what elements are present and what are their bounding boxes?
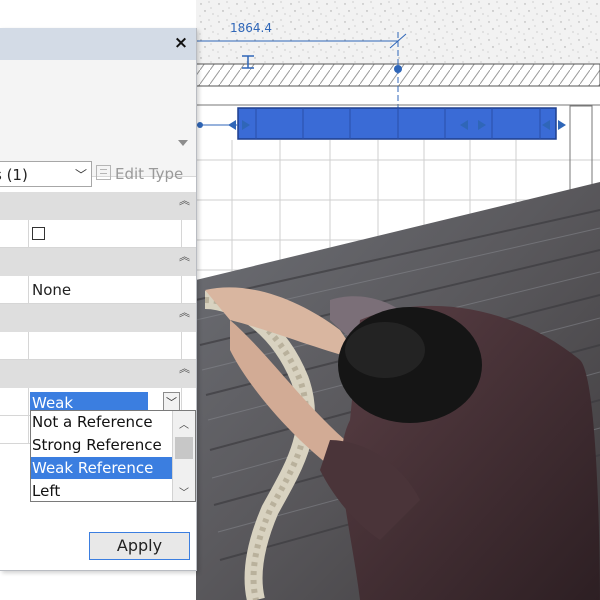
collapse-icon[interactable]: ︽ (179, 195, 190, 206)
collapse-icon[interactable]: ︽ (179, 307, 190, 318)
edit-type-label: Edit Type (115, 165, 184, 183)
properties-grid: ︽ ︽ None ︽ ︽ Weak Reference ﹀ (0, 192, 196, 444)
apply-button[interactable]: Apply (89, 532, 190, 560)
properties-panel: × s (1) ﹀ Edit Type ︽ ︽ None ︽ (0, 28, 197, 571)
list-scrollbar[interactable]: ︿ ﹀ (172, 411, 195, 501)
close-button[interactable]: × (170, 31, 192, 55)
edit-type-button[interactable]: Edit Type (96, 161, 196, 187)
panel-title-bar[interactable]: × (0, 28, 196, 60)
option-strong-reference[interactable]: Strong Reference (31, 434, 174, 456)
group-header[interactable]: ︽ (0, 304, 196, 332)
group-header[interactable]: ︽ (0, 248, 196, 276)
chevron-down-icon: ﹀ (74, 168, 87, 182)
property-value[interactable]: None (29, 276, 182, 303)
edit-type-icon (96, 165, 111, 180)
scroll-thumb[interactable] (175, 437, 193, 459)
chevron-down-icon[interactable] (178, 140, 188, 146)
scroll-down-icon[interactable]: ﹀ (179, 484, 189, 499)
property-row (0, 332, 196, 360)
group-header[interactable]: ︽ (0, 192, 196, 220)
collapse-icon[interactable]: ︽ (179, 363, 190, 374)
filter-row: s (1) ﹀ Edit Type (0, 158, 196, 192)
group-header[interactable]: ︽ (0, 360, 196, 388)
property-checkbox[interactable] (32, 227, 45, 240)
reference-options-list[interactable]: Not a Reference Strong Reference Weak Re… (30, 410, 196, 502)
instance-filter-dropdown[interactable]: s (1) ﹀ (0, 161, 92, 187)
option-left[interactable]: Left (31, 480, 174, 502)
instance-filter-value: s (1) (0, 166, 28, 184)
collapse-icon[interactable]: ︽ (179, 251, 190, 262)
property-row: None (0, 276, 196, 304)
option-weak-reference[interactable]: Weak Reference (31, 457, 174, 479)
property-row (0, 220, 196, 248)
option-not-a-reference[interactable]: Not a Reference (31, 411, 174, 433)
scroll-up-icon[interactable]: ︿ (179, 416, 189, 431)
